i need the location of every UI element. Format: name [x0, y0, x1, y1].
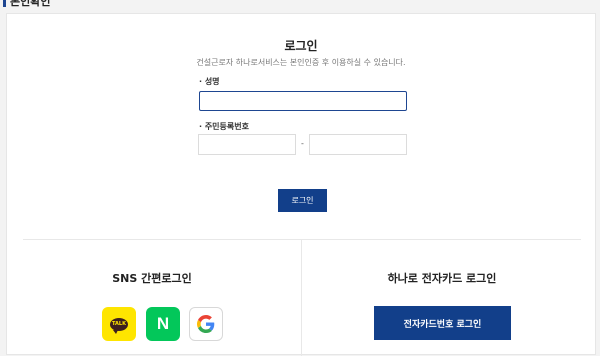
login-card: 로그인 건설근로자 하나로서비스는 본인인증 후 이용하실 수 있습니다. · … — [6, 13, 596, 356]
card-login-title: 하나로 전자카드 로그인 — [387, 272, 497, 285]
rrn-separator: - — [301, 139, 304, 148]
sns-login-title: SNS 간편로그인 — [112, 272, 192, 285]
google-login-button[interactable] — [189, 307, 223, 341]
name-input[interactable] — [199, 91, 407, 111]
column-divider — [301, 240, 302, 356]
google-icon — [197, 315, 215, 333]
name-label: · 성명 — [199, 77, 220, 86]
naver-login-button[interactable]: N — [146, 307, 180, 341]
section-accent-bar — [3, 0, 6, 7]
kakao-talk-icon: TALK — [110, 317, 128, 334]
section-header: 본인확인 — [3, 0, 50, 8]
login-button[interactable]: 로그인 — [278, 189, 327, 212]
kakao-login-button[interactable]: TALK — [102, 307, 136, 341]
rrn-label: · 주민등록번호 — [199, 122, 249, 131]
login-title: 로그인 — [284, 39, 318, 53]
naver-icon: N — [156, 314, 170, 333]
kakao-talk-text: TALK — [112, 321, 126, 327]
rrn-first-input[interactable] — [198, 134, 296, 155]
rrn-second-input[interactable] — [309, 134, 407, 155]
login-description: 건설근로자 하나로서비스는 본인인증 후 이용하실 수 있습니다. — [196, 58, 406, 67]
section-divider — [23, 239, 581, 240]
card-number-login-button[interactable]: 전자카드번호 로그인 — [374, 306, 511, 340]
section-title: 본인확인 — [10, 0, 51, 8]
